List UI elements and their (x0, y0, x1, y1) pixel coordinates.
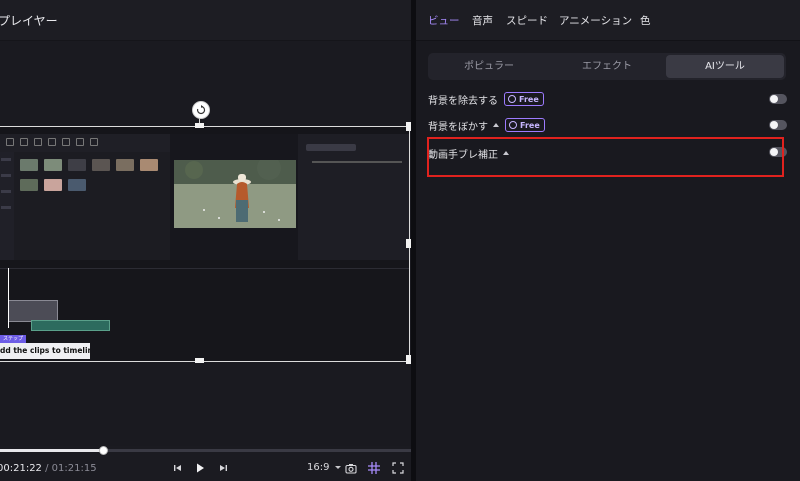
playback-time: 00:21:22 / 01:21:15 (0, 463, 97, 475)
clock-icon (509, 121, 517, 129)
video-content-photo (174, 160, 296, 228)
fullscreen-icon (392, 462, 404, 474)
video-content-audio-clip (31, 320, 110, 331)
feature-label: 背景を除去する (428, 95, 498, 107)
video-content-side-item (1, 158, 11, 161)
caret-up-icon[interactable] (493, 123, 499, 127)
video-content-property-bar (306, 144, 356, 151)
video-content-thumb (92, 159, 110, 171)
chevron-down-icon (334, 466, 341, 469)
video-content-side-item (1, 190, 11, 193)
player-header: プレイヤー (0, 0, 411, 41)
next-frame-button[interactable] (216, 461, 230, 475)
video-content-thumb (20, 179, 38, 191)
video-content-properties (298, 134, 409, 260)
video-content-tool-icon (90, 138, 98, 146)
video-content-tool-icon (34, 138, 42, 146)
video-content-tool-icon (76, 138, 84, 146)
video-content-side-item (1, 174, 11, 177)
time-separator: / (41, 463, 52, 474)
feature-row-blur-background: 背景をぼかす Free (428, 117, 545, 133)
playback-progress-fill (0, 449, 103, 452)
player-pane: プレイヤー ステップ dd the clips to timeli 00:21:… (0, 0, 411, 481)
resize-handle-bottom[interactable] (195, 358, 204, 363)
play-icon (197, 463, 204, 473)
resize-handle-top[interactable] (195, 123, 204, 128)
video-content-toolbar (0, 134, 170, 152)
aspect-ratio-value: 16:9 (307, 462, 330, 473)
segment-ai-tools[interactable]: AIツール (666, 55, 784, 78)
player-title: プレイヤー (0, 14, 58, 28)
video-content-thumb (140, 159, 158, 171)
video-content-thumb (44, 179, 62, 191)
video-content-side-item (1, 206, 11, 209)
video-content-tool-icon (20, 138, 28, 146)
play-button[interactable] (193, 461, 207, 475)
free-badge: Free (504, 92, 544, 106)
feature-row-remove-background: 背景を除去する Free (428, 91, 544, 107)
tutorial-step-tag: ステップ (0, 335, 27, 343)
video-content-slider (312, 161, 402, 163)
video-content-thumb (44, 159, 62, 171)
video-content-clip (8, 300, 58, 322)
highlight-frame (427, 137, 784, 177)
free-badge: Free (505, 118, 545, 132)
video-content-sidebar (0, 152, 14, 260)
tab-speed[interactable]: スピード (506, 13, 548, 28)
skip-back-icon (174, 465, 181, 471)
video-canvas[interactable]: ステップ dd the clips to timeline! (0, 126, 410, 362)
skip-forward-icon (220, 465, 227, 471)
grid-icon (368, 462, 380, 474)
video-content-tool-icon (6, 138, 14, 146)
segment-popular[interactable]: ポピュラー (430, 55, 548, 78)
video-content-thumb (68, 179, 86, 191)
video-content-preview (170, 134, 298, 260)
woman-in-field-image (174, 160, 296, 228)
segment-effects[interactable]: エフェクト (548, 55, 666, 78)
tab-color[interactable]: 色 (640, 13, 651, 28)
camera-icon (345, 463, 357, 474)
playback-progress-handle[interactable] (99, 446, 108, 455)
video-content-thumb (68, 159, 86, 171)
badge-label: Free (519, 94, 539, 104)
badge-label: Free (520, 120, 540, 130)
video-content-thumb (116, 159, 134, 171)
video-content-tool-icon (62, 138, 70, 146)
remove-background-toggle[interactable] (769, 94, 787, 104)
blur-background-toggle[interactable] (769, 120, 787, 130)
video-content-thumb (20, 159, 38, 171)
snapshot-button[interactable] (344, 461, 358, 475)
tab-view[interactable]: ビュー (428, 13, 460, 28)
rotate-icon (196, 105, 206, 115)
video-content-titlebar (0, 127, 409, 134)
aspect-ratio-select[interactable]: 16:9 (307, 462, 341, 473)
properties-tabs: ビュー 音声 スピード アニメーション 色 (416, 0, 800, 41)
current-time: 00:21:22 (0, 463, 42, 474)
video-content-tool-icon (48, 138, 56, 146)
tab-animation[interactable]: アニメーション (559, 13, 632, 28)
rotate-handle-button[interactable] (192, 101, 210, 119)
video-content-playhead (8, 268, 9, 328)
feature-label: 背景をぼかす (428, 121, 488, 133)
previous-frame-button[interactable] (171, 461, 185, 475)
video-content-ruler (0, 268, 409, 269)
tab-audio[interactable]: 音声 (472, 13, 493, 28)
fullscreen-button[interactable] (391, 461, 405, 475)
total-time: 01:21:15 (51, 463, 97, 474)
crop-grid-button[interactable] (367, 461, 381, 475)
properties-panel: ビュー 音声 スピード アニメーション 色 ポピュラー エフェクト AIツール … (416, 0, 800, 481)
tutorial-caption: dd the clips to timeline! (0, 343, 90, 359)
feature-category-switch: ポピュラー エフェクト AIツール (428, 53, 786, 80)
clock-icon (508, 95, 516, 103)
